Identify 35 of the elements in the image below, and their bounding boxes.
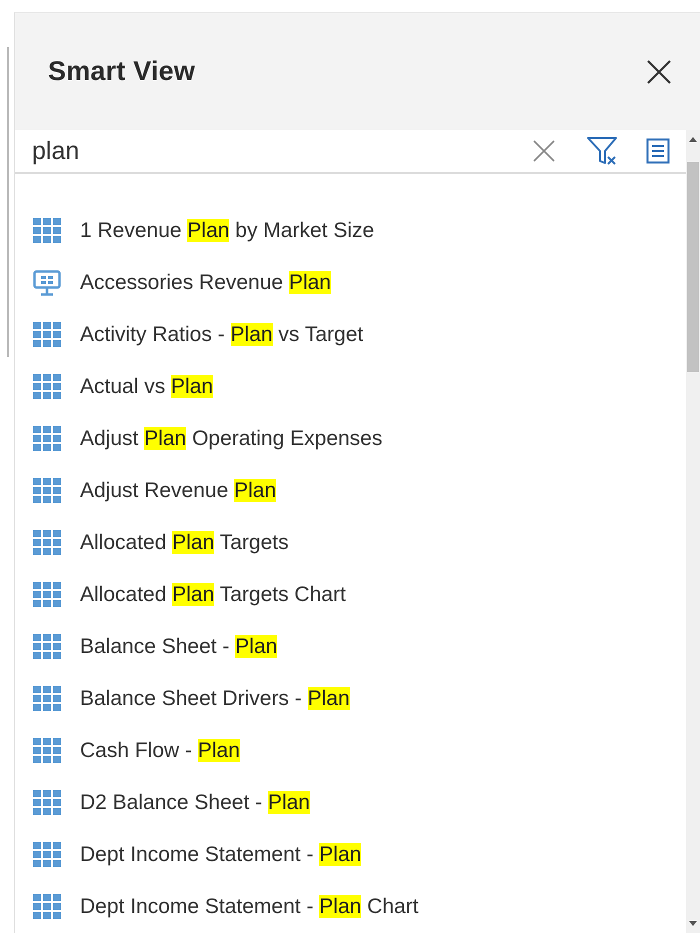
result-item[interactable]: Cash Flow - Plan xyxy=(80,739,240,763)
result-item[interactable]: Balance Sheet Drivers - Plan xyxy=(80,687,350,711)
search-field[interactable]: plan xyxy=(32,136,532,166)
grid-icon xyxy=(33,790,61,816)
monitor-icon xyxy=(33,270,61,296)
result-item[interactable]: Adjust Plan Operating Expenses xyxy=(80,427,382,451)
grid-icon xyxy=(33,530,61,556)
close-icon[interactable] xyxy=(646,58,672,84)
grid-icon xyxy=(33,686,61,712)
result-item[interactable]: Dept Income Statement - Plan Chart xyxy=(80,895,418,919)
list-icon[interactable] xyxy=(646,138,670,164)
grid-icon xyxy=(33,842,61,868)
grid-icon xyxy=(33,582,61,608)
grid-icon xyxy=(33,634,61,660)
grid-icon xyxy=(33,894,61,920)
result-item[interactable]: Allocated Plan Targets Chart xyxy=(80,583,346,607)
filter-clear-icon[interactable] xyxy=(586,136,620,166)
panel-title: Smart View xyxy=(48,56,196,87)
grid-icon xyxy=(33,426,61,452)
grid-icon xyxy=(33,374,61,400)
grid-icon xyxy=(33,218,61,244)
result-item[interactable]: Actual vs Plan xyxy=(80,375,214,399)
result-item[interactable]: Activity Ratios - Plan vs Target xyxy=(80,323,364,347)
grid-icon xyxy=(33,478,61,504)
grid-icon xyxy=(33,738,61,764)
result-item[interactable]: Allocated Plan Targets xyxy=(80,531,289,555)
result-item[interactable]: Balance Sheet - Plan xyxy=(80,635,278,659)
scroll-thumb[interactable] xyxy=(687,162,699,372)
result-item[interactable]: Adjust Revenue Plan xyxy=(80,479,276,503)
clear-icon[interactable] xyxy=(532,139,556,163)
result-item[interactable]: Accessories Revenue Plan xyxy=(80,271,331,295)
grid-icon xyxy=(33,322,61,348)
result-item[interactable]: D2 Balance Sheet - Plan xyxy=(80,791,310,815)
result-item[interactable]: 1 Revenue Plan by Market Size xyxy=(80,219,374,243)
result-item[interactable]: Dept Income Statement - Plan xyxy=(80,843,362,867)
